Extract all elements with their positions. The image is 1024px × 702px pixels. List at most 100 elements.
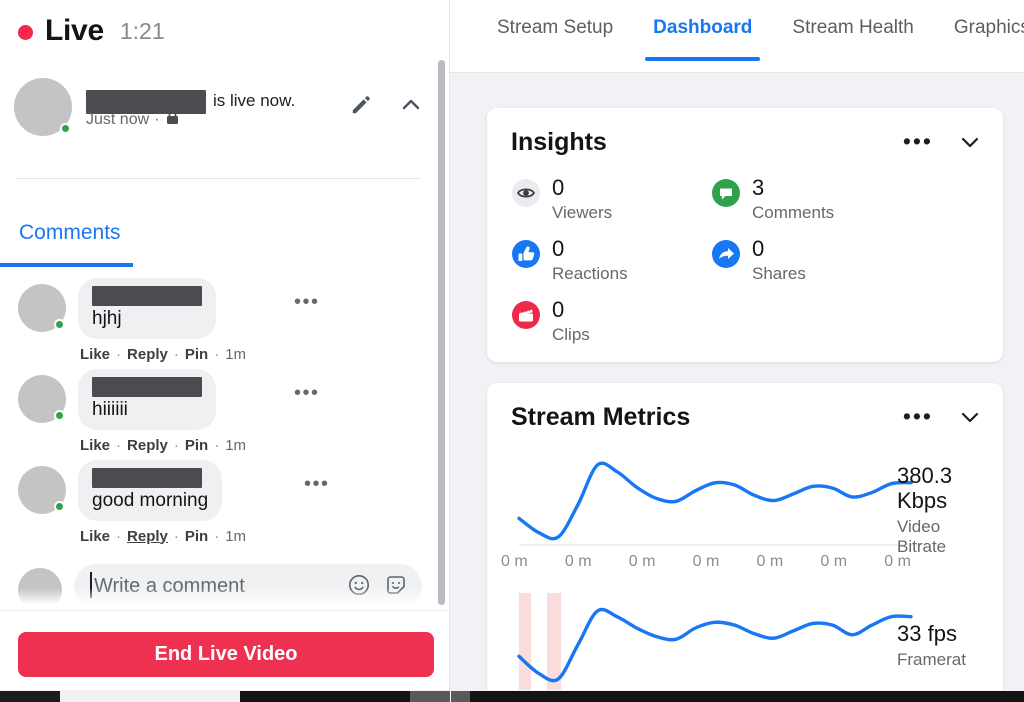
tab-dashboard[interactable]: Dashboard <box>633 17 772 61</box>
card-title: Insights <box>511 127 607 156</box>
online-status-badge <box>54 319 65 330</box>
tab-stream-health[interactable]: Stream Health <box>772 17 933 61</box>
comment-bubble: good morning <box>78 459 223 521</box>
x-tick: 0 m <box>501 553 528 570</box>
comment-text: hjhj <box>92 308 122 329</box>
comment-body: hjhj ••• Like · Reply · Pin · 1m <box>78 278 318 363</box>
dashboard-tab-bar: Stream Setup Dashboard Stream Health Gra… <box>450 0 1024 73</box>
comment-timestamp: 1m <box>225 345 247 363</box>
comment-body: good morning ••• Like · Reply · Pin · 1m <box>78 459 328 545</box>
stat-label: Shares <box>752 264 806 283</box>
comment-bubble: hjhj <box>78 278 216 339</box>
framerate-label: Framerat <box>897 650 966 670</box>
stat-value: 0 <box>552 297 565 322</box>
post-meta: Just now · <box>86 110 179 130</box>
comment-like-button[interactable]: Like <box>80 437 110 454</box>
scrollbar-thumb[interactable] <box>410 691 470 702</box>
tab-comments[interactable]: Comments <box>19 221 121 245</box>
x-tick: 0 m <box>820 553 848 570</box>
live-post-row: is live now. Just now · <box>0 68 440 156</box>
alert-band <box>519 593 531 693</box>
lock-icon <box>166 110 179 130</box>
divider <box>16 178 421 179</box>
comment-more-options-icon[interactable]: ••• <box>304 474 330 494</box>
share-arrow-icon <box>711 239 741 269</box>
pencil-icon[interactable] <box>346 90 376 120</box>
stream-metrics-card: Stream Metrics ••• 0 m 0 m 0 m 0 m 0 m 0… <box>487 383 1003 702</box>
separator: · <box>116 345 122 363</box>
comment-reply-button[interactable]: Reply <box>127 528 168 545</box>
insights-card: Insights ••• 0 Viewers 3 Comments 0 Reac… <box>487 108 1003 362</box>
stat-clips: 0 Clips <box>511 298 711 345</box>
stat-label: Reactions <box>552 264 628 283</box>
bitrate-readout: 380.3 Kbps Video Bitrate <box>897 463 989 556</box>
tab-label: Stream Setup <box>497 17 614 38</box>
x-tick: 0 m <box>756 553 784 570</box>
more-options-icon[interactable]: ••• <box>903 405 933 428</box>
horizontal-scrollbar-thumb-left[interactable] <box>0 691 60 702</box>
avatar[interactable] <box>14 78 72 136</box>
comment-like-button[interactable]: Like <box>80 528 110 545</box>
tab-graphics[interactable]: Graphics <box>934 17 1024 61</box>
avatar[interactable] <box>18 284 66 332</box>
chevron-up-icon[interactable] <box>396 90 426 120</box>
comment-reply-button[interactable]: Reply <box>127 437 168 454</box>
end-live-video-button[interactable]: End Live Video <box>18 632 434 677</box>
scrollbar-thumb[interactable] <box>438 60 445 605</box>
chevron-down-icon[interactable] <box>959 406 981 428</box>
bitrate-label-line2: Bitrate <box>897 536 947 556</box>
comment-timestamp: 1m <box>225 527 247 545</box>
card-title: Stream Metrics <box>511 402 691 431</box>
comment-actions: Like · Reply · Pin · 1m <box>80 437 246 454</box>
comments-scrollbar[interactable] <box>437 52 445 612</box>
avatar[interactable] <box>18 465 66 514</box>
framerate-readout: 33 fps Framerat <box>897 621 989 669</box>
separator: · <box>116 527 122 545</box>
comment-more-options-icon[interactable]: ••• <box>294 383 320 403</box>
commenter-name-redacted <box>92 376 202 397</box>
comments-tab-bar: Comments <box>0 205 440 267</box>
horizontal-scrollbar-track[interactable] <box>240 691 1024 702</box>
comment-pin-button[interactable]: Pin <box>185 346 208 363</box>
bitrate-line-plot <box>517 461 921 546</box>
comment-more-options-icon[interactable]: ••• <box>294 292 320 312</box>
online-status-badge <box>60 123 71 134</box>
card-header: Insights ••• <box>487 108 1003 176</box>
live-timer: 1:21 <box>119 17 165 44</box>
x-tick: 0 m <box>628 553 656 570</box>
panel-gap <box>450 690 451 702</box>
comment-pin-button[interactable]: Pin <box>185 528 208 545</box>
online-status-badge <box>54 409 65 421</box>
live-now-text: is live now. <box>213 91 296 111</box>
framerate-value: 33 fps <box>897 621 957 646</box>
list-item: hiiiiii ••• Like · Reply · Pin · 1m <box>0 363 440 454</box>
stat-value: 0 <box>752 236 765 261</box>
live-comments-panel: Live 1:21 is live now. Just now · Commen… <box>0 0 450 690</box>
clapperboard-icon <box>511 300 541 330</box>
avatar[interactable] <box>18 374 66 423</box>
stat-reactions: 0 Reactions <box>511 237 711 284</box>
scroll-fade-overlay <box>0 588 450 610</box>
x-tick: 0 m <box>564 553 592 570</box>
comment-pin-button[interactable]: Pin <box>185 437 208 454</box>
comment-reply-button[interactable]: Reply <box>127 346 168 363</box>
comment-timestamp: 1m <box>225 436 247 454</box>
stat-label: Viewers <box>552 203 613 222</box>
tab-stream-setup[interactable]: Stream Setup <box>477 17 633 61</box>
separator: · <box>214 527 220 545</box>
stat-label: Comments <box>752 203 835 222</box>
separator: · <box>214 345 220 363</box>
bitrate-label-line1: Video <box>897 517 941 537</box>
comment-like-button[interactable]: Like <box>80 346 110 363</box>
post-action-icons <box>346 90 426 120</box>
chevron-down-icon[interactable] <box>959 131 981 153</box>
list-item: hjhj ••• Like · Reply · Pin · 1m <box>0 272 440 363</box>
live-indicator-dot <box>18 24 33 40</box>
live-status-header: Live 1:21 <box>0 0 450 62</box>
framerate-chart: 33 fps Framerat <box>487 593 1003 702</box>
card-header: Stream Metrics ••• <box>487 383 1003 451</box>
stat-value: 0 <box>552 236 565 261</box>
card-header-actions: ••• <box>903 130 981 153</box>
commenter-name-redacted <box>92 286 202 306</box>
more-options-icon[interactable]: ••• <box>903 130 933 153</box>
